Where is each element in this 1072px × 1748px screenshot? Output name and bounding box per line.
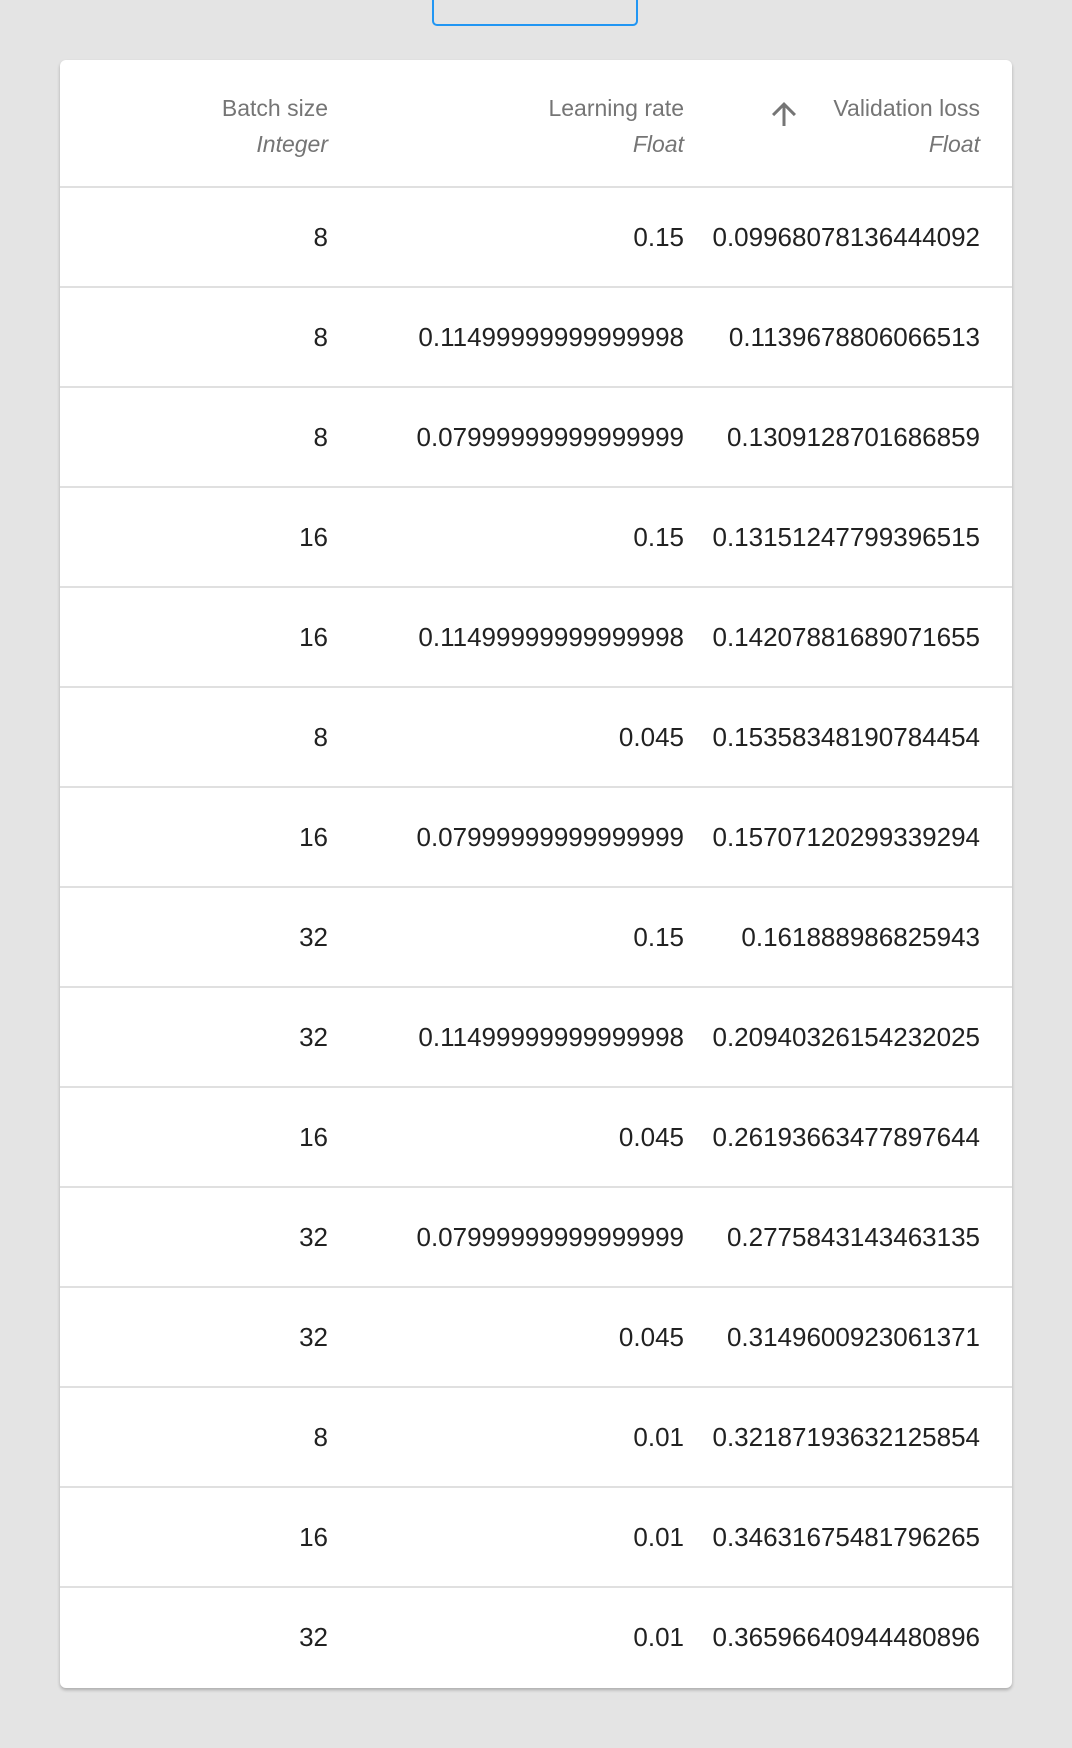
column-type: Float <box>632 131 684 157</box>
results-table: Batch size Integer Learning rate Float V… <box>60 60 1012 1688</box>
learning-rate-cell: 0.11499999999999998 <box>418 622 684 652</box>
validation-loss-cell: 0.1309128701686859 <box>726 422 980 452</box>
batch-size-cell: 32 <box>299 1622 328 1652</box>
table-row[interactable]: 8 0.01 0.32187193632125854 <box>60 1388 1012 1488</box>
validation-loss-cell: 0.34631675481796265 <box>712 1522 980 1552</box>
learning-rate-cell: 0.07999999999999999 <box>416 822 684 852</box>
table-row[interactable]: 8 0.07999999999999999 0.1309128701686859 <box>60 388 1012 488</box>
validation-loss-cell: 0.161888986825943 <box>741 922 980 952</box>
column-label: Validation loss <box>833 95 980 121</box>
batch-size-cell: 8 <box>313 422 328 452</box>
validation-loss-cell: 0.26193663477897644 <box>712 1122 980 1152</box>
table-row[interactable]: 32 0.01 0.36596640944480896 <box>60 1588 1012 1688</box>
table-row[interactable]: 32 0.15 0.161888986825943 <box>60 888 1012 988</box>
validation-loss-cell: 0.1139678806066513 <box>728 322 980 352</box>
table-row[interactable]: 32 0.07999999999999999 0.2775843143463135 <box>60 1188 1012 1288</box>
validation-loss-cell: 0.32187193632125854 <box>712 1422 980 1452</box>
validation-loss-cell: 0.3149600923061371 <box>726 1322 980 1352</box>
learning-rate-cell: 0.045 <box>618 1322 684 1352</box>
column-label: Batch size <box>221 95 328 121</box>
table-row[interactable]: 8 0.045 0.15358348190784454 <box>60 688 1012 788</box>
learning-rate-cell: 0.11499999999999998 <box>418 322 684 352</box>
table-row[interactable]: 16 0.15 0.13151247799396515 <box>60 488 1012 588</box>
batch-size-cell: 8 <box>313 222 328 252</box>
top-button[interactable] <box>432 0 638 26</box>
table-row[interactable]: 16 0.07999999999999999 0.15707120299339294 <box>60 788 1012 888</box>
validation-loss-cell: 0.2775843143463135 <box>726 1222 980 1252</box>
learning-rate-cell: 0.15 <box>633 222 684 252</box>
batch-size-cell: 8 <box>313 322 328 352</box>
column-type: Integer <box>256 131 328 157</box>
learning-rate-cell: 0.045 <box>618 722 684 752</box>
batch-size-cell: 16 <box>299 1122 328 1152</box>
batch-size-cell: 8 <box>313 1422 328 1452</box>
validation-loss-cell: 0.13151247799396515 <box>712 522 980 552</box>
batch-size-cell: 32 <box>299 1322 328 1352</box>
column-header-validation-loss[interactable]: Validation loss Float <box>833 90 980 162</box>
batch-size-cell: 32 <box>299 1022 328 1052</box>
learning-rate-cell: 0.045 <box>618 1122 684 1152</box>
table-row[interactable]: 16 0.11499999999999998 0.14207881689071655 <box>60 588 1012 688</box>
validation-loss-cell: 0.09968078136444092 <box>712 222 980 252</box>
learning-rate-cell: 0.01 <box>633 1522 684 1552</box>
table-body: 8 0.15 0.09968078136444092 8 0.1149999999999… <box>60 188 1012 1688</box>
batch-size-cell: 16 <box>299 822 328 852</box>
learning-rate-cell: 0.15 <box>633 522 684 552</box>
validation-loss-cell: 0.15707120299339294 <box>712 822 980 852</box>
batch-size-cell: 32 <box>299 1222 328 1252</box>
learning-rate-cell: 0.15 <box>633 922 684 952</box>
column-header-batch-size[interactable]: Batch size Integer <box>222 90 328 162</box>
column-type: Float <box>928 131 980 157</box>
validation-loss-cell: 0.14207881689071655 <box>712 622 980 652</box>
batch-size-cell: 32 <box>299 922 328 952</box>
learning-rate-cell: 0.11499999999999998 <box>418 1022 684 1052</box>
table-row[interactable]: 16 0.045 0.26193663477897644 <box>60 1088 1012 1188</box>
learning-rate-cell: 0.07999999999999999 <box>416 422 684 452</box>
table-row[interactable]: 8 0.15 0.09968078136444092 <box>60 188 1012 288</box>
table-row[interactable]: 32 0.11499999999999998 0.20940326154232025 <box>60 988 1012 1088</box>
batch-size-cell: 16 <box>299 622 328 652</box>
sort-ascending-arrow-icon[interactable] <box>766 96 802 132</box>
batch-size-cell: 8 <box>313 722 328 752</box>
validation-loss-cell: 0.15358348190784454 <box>712 722 980 752</box>
table-row[interactable]: 8 0.11499999999999998 0.1139678806066513 <box>60 288 1012 388</box>
column-header-learning-rate[interactable]: Learning rate Float <box>548 90 684 162</box>
batch-size-cell: 16 <box>299 522 328 552</box>
column-label: Learning rate <box>548 95 684 121</box>
learning-rate-cell: 0.07999999999999999 <box>416 1222 684 1252</box>
validation-loss-cell: 0.36596640944480896 <box>712 1622 980 1652</box>
batch-size-cell: 16 <box>299 1522 328 1552</box>
table-row[interactable]: 16 0.01 0.34631675481796265 <box>60 1488 1012 1588</box>
table-header: Batch size Integer Learning rate Float V… <box>60 60 1012 188</box>
table-row[interactable]: 32 0.045 0.3149600923061371 <box>60 1288 1012 1388</box>
learning-rate-cell: 0.01 <box>633 1422 684 1452</box>
learning-rate-cell: 0.01 <box>633 1622 684 1652</box>
validation-loss-cell: 0.20940326154232025 <box>712 1022 980 1052</box>
